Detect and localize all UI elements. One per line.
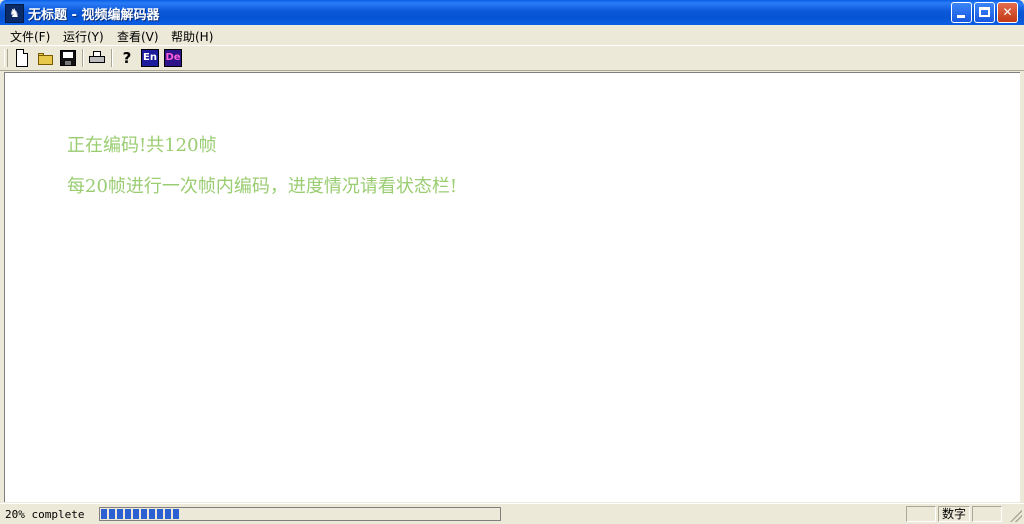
toolbar-grip[interactable]: [4, 49, 8, 67]
window-title: 无标题 - 视频编解码器: [28, 8, 160, 23]
minimize-button[interactable]: [951, 2, 972, 23]
title-bar[interactable]: ♞ 无标题 - 视频编解码器 ✕: [0, 0, 1024, 25]
encoding-status-text: 正在编码!共120帧: [67, 135, 217, 156]
status-pane-empty: [972, 506, 1002, 522]
film-icon[interactable]: ♞: [5, 4, 24, 23]
resize-grip-icon[interactable]: [1010, 510, 1022, 522]
menu-view[interactable]: 查看(V): [117, 28, 159, 45]
menu-file[interactable]: 文件(F): [10, 28, 50, 45]
save-disk-icon[interactable]: [60, 50, 76, 66]
num-lock-indicator: 数字: [938, 506, 970, 522]
menu-run[interactable]: 运行(Y): [63, 28, 104, 45]
toolbar: ? En De: [0, 45, 1024, 71]
help-icon[interactable]: ?: [118, 49, 136, 67]
minimize-icon: [957, 15, 965, 18]
status-pane-empty: [906, 506, 936, 522]
close-button[interactable]: ✕: [997, 2, 1018, 23]
decode-button[interactable]: De: [164, 49, 182, 67]
maximize-icon: [979, 7, 990, 17]
new-file-icon[interactable]: [16, 49, 28, 67]
status-bar: 20% complete 数字: [0, 503, 1024, 524]
status-message: 20% complete: [5, 508, 85, 521]
menu-help[interactable]: 帮助(H): [171, 28, 213, 45]
encoding-info-text: 每20帧进行一次帧内编码，进度情况请看状态栏!: [67, 176, 458, 197]
toolbar-separator: [111, 49, 113, 67]
progress-fill: [101, 509, 181, 519]
maximize-button[interactable]: [974, 2, 995, 23]
menu-bar: 文件(F) 运行(Y) 查看(V) 帮助(H): [0, 25, 1024, 45]
document-view[interactable]: 正在编码!共120帧 每20帧进行一次帧内编码，进度情况请看状态栏!: [4, 72, 1020, 502]
printer-icon[interactable]: [88, 49, 106, 67]
encoding-progress-bar: [99, 507, 501, 521]
open-folder-icon[interactable]: [37, 49, 55, 67]
close-icon: ✕: [1002, 5, 1013, 19]
encode-button[interactable]: En: [141, 49, 159, 67]
toolbar-separator: [82, 49, 84, 67]
